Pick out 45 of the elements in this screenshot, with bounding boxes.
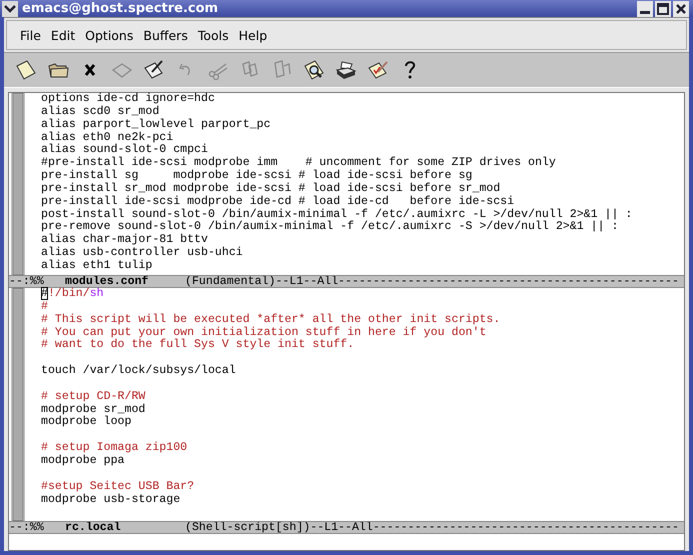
code-text: modprobe sr_mod xyxy=(41,402,146,416)
comment-text: # xyxy=(41,300,48,313)
code-text: modprobe loop xyxy=(41,415,132,428)
code-text: alias scd0 sr_mod xyxy=(41,104,160,118)
code-text: alias usb-controller usb-uhci xyxy=(41,246,243,260)
code-text: alias char-major-81 bttv xyxy=(41,233,208,246)
comment-text: #setup Seitec USB Bar? xyxy=(41,480,194,493)
code-text: options ide-cd ignore=hdc xyxy=(41,92,215,105)
comment-text: # setup CD-R/RW xyxy=(41,390,146,403)
code-text: pre-install sr_mod modprobe ide-scsi # load ide-scsi before sr_mod xyxy=(41,182,500,195)
comment-text: !/bin/ xyxy=(48,287,90,300)
code-text: touch /var/lock/subsys/local xyxy=(41,364,236,378)
blank-page-icon[interactable] xyxy=(14,58,38,82)
code-text: modprobe usb-storage xyxy=(41,492,180,506)
code-text: #pre-install ide-scsi modprobe imm # uncomment for some ZIP drives only xyxy=(41,156,556,170)
code-text: pre-install sg modprobe ide-scsi # load ide-scsi before sg xyxy=(41,169,472,182)
menu-item[interactable]: File xyxy=(15,28,46,42)
keyword-text: sh xyxy=(90,287,104,300)
window-menu-icon[interactable] xyxy=(2,0,18,16)
window-title: emacs@ghost.spectre.com xyxy=(22,1,220,16)
menu-item[interactable]: Edit xyxy=(46,28,80,42)
code-text: pre-install ide-scsi modprobe ide-cd # load ide-cd before ide-scsi xyxy=(41,194,514,208)
mode-line-status: --:%% xyxy=(9,522,45,533)
magnifier-page-icon[interactable] xyxy=(302,58,326,82)
code-text: modprobe ppa xyxy=(41,454,124,467)
comment-text: # setup Iomaga zip100 xyxy=(41,441,188,454)
comment-text: # want to do the full Sys V style init stuff. xyxy=(41,338,354,352)
code-text: post-install sound-slot-0 /bin/aumix-minimal -f /etc/.aumixrc -L >/dev/null 2>&1 || : xyxy=(41,208,632,221)
menu-item[interactable]: Options xyxy=(80,28,138,42)
scrollbar[interactable] xyxy=(11,288,25,521)
menu-item[interactable]: Buffers xyxy=(138,28,193,42)
menu-item[interactable]: Help xyxy=(234,28,272,42)
menu-item[interactable]: Tools xyxy=(192,28,234,42)
close-icon[interactable] xyxy=(673,0,689,16)
code-text: alias eth1 tulip xyxy=(41,258,152,272)
code-text: alias sound-slot-0 cmpci xyxy=(41,143,208,156)
comment-text: # This script will be executed *after* all the other init scripts. xyxy=(41,312,500,326)
maximize-icon[interactable] xyxy=(655,0,671,16)
code-text: pre-remove sound-slot-0 /bin/aumix-minimal -f /etc/.aumixrc -S >/dev/null 2>&1 || : xyxy=(41,220,618,234)
scrollbar[interactable] xyxy=(11,93,25,275)
code-text: alias parport_lowlevel parport_pc xyxy=(41,118,271,131)
code-text: alias eth0 ne2k-pci xyxy=(41,130,174,144)
minimize-icon[interactable] xyxy=(637,0,653,16)
mode-line-status: --:%% xyxy=(9,276,45,287)
comment-text: # You can put your own initialization stuff in here if you don't xyxy=(41,326,486,339)
